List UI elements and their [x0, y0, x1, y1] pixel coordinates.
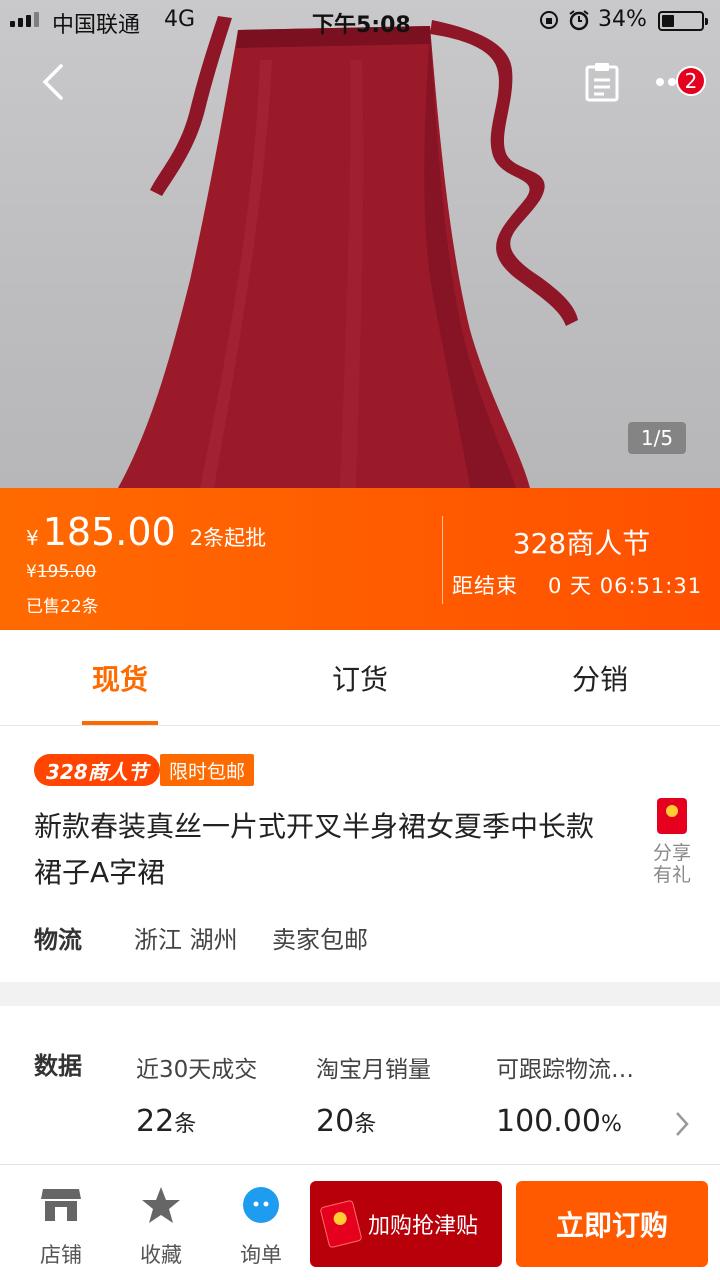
add-to-cart-subsidy-button[interactable]: 加购抢津贴 — [310, 1181, 502, 1267]
tab-spot[interactable]: 现货 — [0, 630, 240, 725]
red-envelope-icon — [657, 798, 687, 834]
min-order: 2条起批 — [189, 526, 267, 550]
free-shipping-tag: 限时包邮 — [160, 754, 255, 786]
logistics-label: 物流 — [34, 926, 82, 954]
sold-count: 已售22条 — [26, 597, 99, 617]
star-icon — [142, 1187, 180, 1223]
countdown-time: 06:51:31 — [599, 574, 703, 598]
countdown: 距结束 0 天 06:51:31 — [452, 570, 702, 600]
festival-tag: 328商人节 — [34, 754, 160, 786]
current-price: ¥ 185.00 2条起批 — [26, 510, 266, 554]
stat-trackable-logistics: 可跟踪物流… 100.00% — [496, 1057, 634, 1139]
price-band: ¥ 185.00 2条起批 ¥195.00 已售22条 328商人节 距结束 0… — [0, 488, 720, 630]
stat-monthly-sales: 淘宝月销量 20条 — [316, 1057, 431, 1139]
product-detail-page: 中国联通 4G 下午5:08 34% 2 1/5 ¥ 185.00 2条起批 ¥… — [0, 0, 720, 1280]
gallery-page-indicator: 1/5 — [628, 422, 686, 454]
product-gallery[interactable]: 中国联通 4G 下午5:08 34% 2 1/5 — [0, 0, 720, 488]
favorite-label: 收藏 — [140, 1243, 182, 1267]
store-button[interactable]: 店铺 — [21, 1183, 101, 1269]
orientation-lock-icon — [540, 10, 558, 29]
share-label: 分享有礼 — [652, 842, 691, 886]
alarm-icon — [569, 9, 589, 30]
notification-badge: 2 — [676, 66, 706, 96]
promo-title: 328商人节 — [512, 527, 651, 560]
store-label: 店铺 — [40, 1243, 82, 1267]
bottom-action-bar: 店铺 收藏 询单 加购抢津贴 立即订购 — [0, 1164, 720, 1280]
signal-icon — [10, 12, 39, 27]
stat-30day-deals: 近30天成交 22条 — [136, 1057, 258, 1139]
buy-now-button[interactable]: 立即订购 — [516, 1181, 708, 1267]
clock: 下午5:08 — [312, 13, 411, 38]
clipboard-button[interactable] — [572, 52, 632, 112]
stats-card[interactable]: 数据 近30天成交 22条 淘宝月销量 20条 可跟踪物流… 100.00% — [0, 1006, 720, 1180]
battery-icon — [658, 11, 708, 31]
status-bar: 中国联通 4G 下午5:08 34% — [0, 0, 720, 40]
countdown-days: 0 天 — [548, 574, 593, 598]
store-icon — [41, 1189, 81, 1221]
countdown-label: 距结束 — [452, 574, 518, 598]
favorite-button[interactable]: 收藏 — [121, 1183, 201, 1269]
product-info-card: 328商人节 限时包邮 新款春装真丝一片式开叉半身裙女夏季中长款裙子A字裙 分享… — [0, 726, 720, 982]
carrier-name: 中国联通 — [52, 13, 141, 38]
network-type: 4G — [164, 7, 196, 32]
back-arrow-icon — [42, 64, 63, 100]
currency-symbol: ¥ — [26, 526, 39, 550]
tab-distribution[interactable]: 分销 — [480, 630, 720, 725]
inquiry-label: 询单 — [240, 1243, 282, 1267]
chat-icon — [243, 1187, 279, 1223]
inquiry-button[interactable]: 询单 — [221, 1183, 301, 1269]
share-button[interactable]: 分享有礼 — [648, 798, 696, 886]
red-envelope-icon — [319, 1199, 363, 1249]
product-title: 新款春装真丝一片式开叉半身裙女夏季中长款裙子A字裙 — [34, 810, 595, 889]
chevron-right-icon — [676, 1112, 689, 1136]
clipboard-icon — [585, 63, 619, 102]
tab-preorder[interactable]: 订货 — [240, 630, 480, 725]
logistics-origin: 浙江 湖州 — [134, 926, 238, 954]
order-type-tabs: 现货 订货 分销 — [0, 630, 720, 726]
logistics-shipping: 卖家包邮 — [272, 926, 368, 954]
back-button[interactable] — [22, 52, 82, 112]
price-value: 185.00 — [42, 510, 176, 554]
original-price: ¥195.00 — [26, 562, 97, 582]
battery-percent: 34% — [598, 7, 647, 32]
stats-label: 数据 — [34, 1052, 82, 1080]
